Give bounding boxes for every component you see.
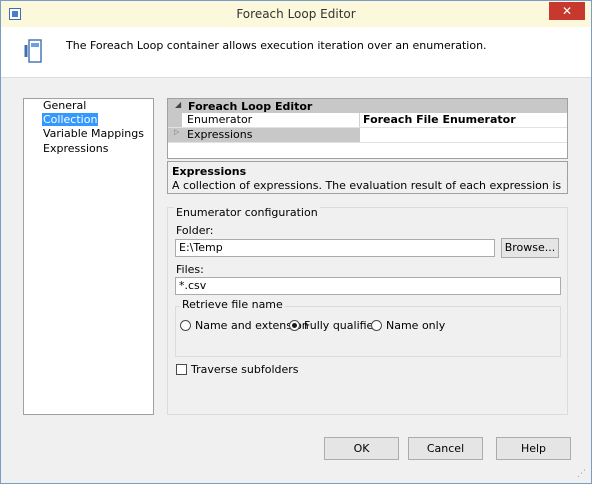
name-only-label[interactable]: Name only bbox=[386, 319, 445, 332]
files-input[interactable]: *.csv bbox=[175, 277, 561, 295]
collapse-triangle-icon[interactable]: ◢ bbox=[175, 100, 181, 109]
radio-name-only[interactable] bbox=[371, 320, 382, 331]
browse-button[interactable]: Browse... bbox=[501, 238, 559, 258]
cancel-button[interactable]: Cancel bbox=[408, 437, 483, 460]
property-row-expressions[interactable]: ▷ Expressions bbox=[168, 128, 567, 143]
traverse-subfolders-checkbox[interactable] bbox=[176, 364, 187, 375]
header-description: The Foreach Loop container allows execut… bbox=[66, 39, 487, 52]
property-section-label: Foreach Loop Editor bbox=[188, 100, 313, 113]
nav-item-variable-mappings[interactable]: Variable Mappings bbox=[42, 127, 145, 140]
description-text: A collection of expressions. The evaluat… bbox=[172, 179, 563, 192]
title-bar[interactable]: Foreach Loop Editor ✕ bbox=[1, 1, 591, 27]
nav-item-general[interactable]: General bbox=[42, 99, 87, 112]
foreach-container-icon bbox=[24, 39, 42, 63]
dialog-window: Foreach Loop Editor ✕ The Foreach Loop c… bbox=[0, 0, 592, 484]
property-name: Enumerator bbox=[182, 113, 360, 127]
expand-arrow-icon[interactable]: ▷ bbox=[174, 128, 179, 136]
folder-label: Folder: bbox=[176, 224, 214, 237]
window-title: Foreach Loop Editor bbox=[236, 7, 356, 21]
property-name: Expressions bbox=[182, 128, 360, 142]
description-title: Expressions bbox=[172, 165, 247, 178]
resize-grip-icon[interactable]: ⋰ bbox=[577, 469, 586, 479]
property-value[interactable] bbox=[361, 128, 567, 142]
radio-name-and-extension[interactable] bbox=[180, 320, 191, 331]
property-row-enumerator[interactable]: Enumerator Foreach File Enumerator bbox=[168, 113, 567, 128]
nav-item-collection[interactable]: Collection bbox=[42, 113, 99, 126]
radio-fully-qualified[interactable] bbox=[289, 320, 300, 331]
folder-input[interactable]: E:\Temp bbox=[175, 239, 495, 257]
traverse-subfolders-label[interactable]: Traverse subfolders bbox=[191, 363, 299, 376]
nav-item-expressions[interactable]: Expressions bbox=[42, 142, 109, 155]
header-panel: The Foreach Loop container allows execut… bbox=[1, 27, 591, 78]
radio-selected-dot bbox=[292, 323, 297, 328]
files-label: Files: bbox=[176, 263, 204, 276]
property-value[interactable]: Foreach File Enumerator bbox=[361, 113, 567, 127]
enumerator-configuration-label: Enumerator configuration bbox=[174, 206, 320, 219]
help-button[interactable]: Help bbox=[496, 437, 571, 460]
close-button[interactable]: ✕ bbox=[549, 2, 585, 20]
retrieve-file-name-label: Retrieve file name bbox=[180, 298, 285, 311]
property-grid-section[interactable]: ◢ Foreach Loop Editor bbox=[168, 99, 567, 113]
ok-button[interactable]: OK bbox=[324, 437, 399, 460]
fully-qualified-label[interactable]: Fully qualified bbox=[304, 319, 380, 332]
property-grid: ◢ Foreach Loop Editor Enumerator Foreach… bbox=[167, 98, 568, 159]
description-panel: Expressions A collection of expressions.… bbox=[167, 161, 568, 194]
